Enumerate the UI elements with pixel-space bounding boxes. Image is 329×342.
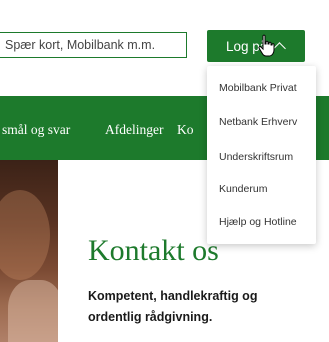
nav-item-kontakt[interactable]: Ko <box>177 122 194 138</box>
menu-item-underskriftsrum[interactable]: Underskriftsrum <box>219 151 293 163</box>
hand-pointer-icon <box>258 34 275 57</box>
search-input[interactable]: Spær kort, Mobilbank m.m. <box>0 32 187 58</box>
nav-item-afdelinger[interactable]: Afdelinger <box>105 122 163 138</box>
menu-item-netbank-erhverv[interactable]: Netbank Erhverv <box>219 116 297 128</box>
page-subtitle: Kompetent, handlekraftig og ordentlig rå… <box>88 289 258 324</box>
menu-item-hjaelp-og-hotline[interactable]: Hjælp og Hotline <box>219 216 297 228</box>
hero-image <box>0 160 58 342</box>
login-dropdown: Mobilbank Privat Netbank Erhverv Undersk… <box>207 66 316 244</box>
menu-item-mobilbank-privat[interactable]: Mobilbank Privat <box>219 82 297 94</box>
login-button[interactable]: Log på <box>207 30 305 62</box>
menu-item-kunderum[interactable]: Kunderum <box>219 183 267 195</box>
nav-item-faq[interactable]: smål og svar <box>2 122 70 138</box>
page-title: Kontakt os <box>88 234 219 267</box>
